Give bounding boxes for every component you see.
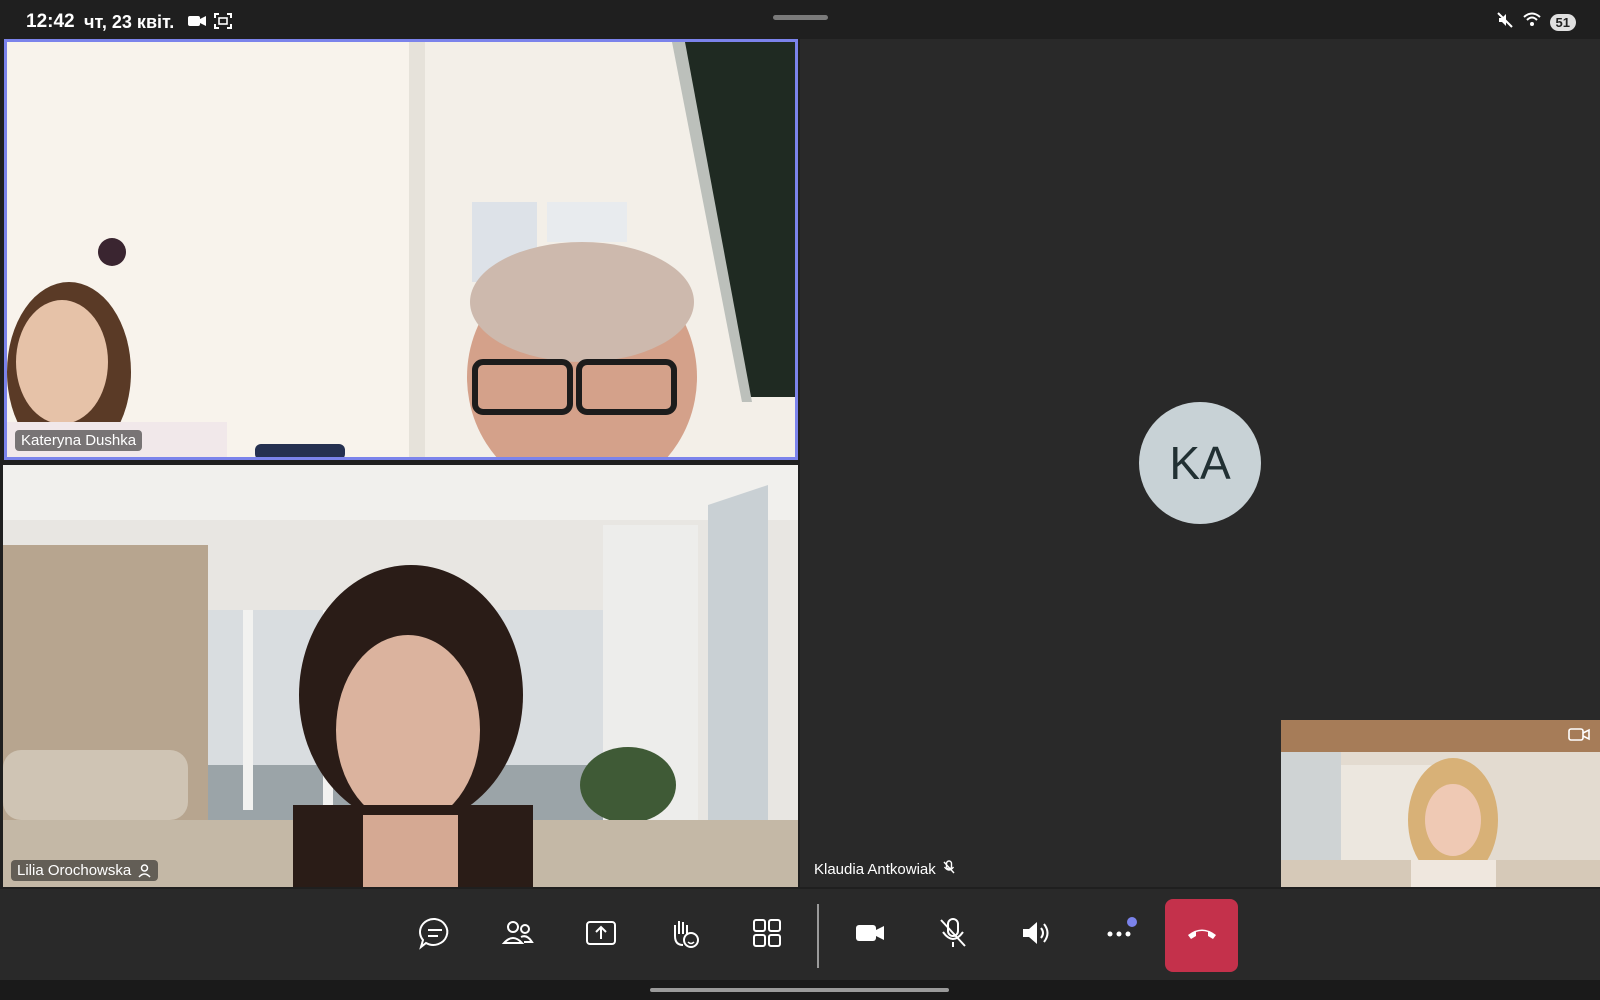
name-text: Kateryna Dushka xyxy=(21,432,137,449)
hang-up-button[interactable] xyxy=(1165,899,1238,972)
status-right-icons: 51 xyxy=(1496,11,1576,34)
control-divider xyxy=(817,903,819,968)
call-controls xyxy=(398,899,1238,972)
mic-off-icon xyxy=(942,860,956,879)
top-handle[interactable] xyxy=(773,15,828,20)
participant-name-kateryna: Kateryna Dushka xyxy=(15,430,143,451)
video-tile-kateryna[interactable]: Kateryna Dushka xyxy=(4,39,798,460)
video-feed-kateryna xyxy=(7,42,795,457)
system-nav-bar xyxy=(0,980,1600,1000)
chat-button[interactable] xyxy=(398,899,471,972)
share-button[interactable] xyxy=(564,899,637,972)
status-date: чт, 23 квіт. xyxy=(84,12,175,32)
screenshot-icon xyxy=(213,12,233,35)
grid-icon xyxy=(750,916,784,955)
status-left-icons xyxy=(187,12,233,35)
mic-button[interactable] xyxy=(916,899,989,972)
camera-icon xyxy=(187,12,207,35)
video-feed-lilia xyxy=(3,465,798,887)
react-button[interactable] xyxy=(647,899,720,972)
camera-button[interactable] xyxy=(833,899,906,972)
home-indicator[interactable] xyxy=(650,988,949,992)
battery-icon: 51 xyxy=(1549,14,1576,31)
people-icon xyxy=(501,916,535,955)
video-tile-lilia[interactable]: Lilia Orochowska xyxy=(3,465,798,887)
speaker-button[interactable] xyxy=(999,899,1072,972)
video-feed-self xyxy=(1281,720,1600,887)
status-time: 12:42 xyxy=(26,11,75,32)
hang-up-icon xyxy=(1185,916,1219,955)
speaker-icon xyxy=(1019,916,1053,955)
switch-camera-icon[interactable] xyxy=(1568,726,1590,744)
participant-name-klaudia: Klaudia Antkowiak xyxy=(808,858,962,881)
more-button[interactable] xyxy=(1082,899,1155,972)
status-bar: 12:42 чт, 23 квіт. 51 xyxy=(0,0,1600,40)
raise-hand-icon xyxy=(667,916,701,955)
wifi-icon xyxy=(1522,11,1542,34)
name-text: Lilia Orochowska xyxy=(17,862,132,879)
organizer-icon xyxy=(137,863,152,878)
mic-off-icon xyxy=(936,916,970,955)
participant-name-lilia: Lilia Orochowska xyxy=(11,860,159,881)
self-view[interactable] xyxy=(1281,720,1600,887)
chat-icon xyxy=(418,916,452,955)
notification-dot xyxy=(1127,917,1137,927)
avatar: KA xyxy=(1139,402,1261,524)
mute-icon xyxy=(1496,11,1514,34)
view-button[interactable] xyxy=(730,899,803,972)
name-text: Klaudia Antkowiak xyxy=(814,861,936,878)
call-control-bar xyxy=(0,889,1600,980)
people-button[interactable] xyxy=(481,899,554,972)
share-icon xyxy=(584,916,618,955)
video-icon xyxy=(853,916,887,955)
